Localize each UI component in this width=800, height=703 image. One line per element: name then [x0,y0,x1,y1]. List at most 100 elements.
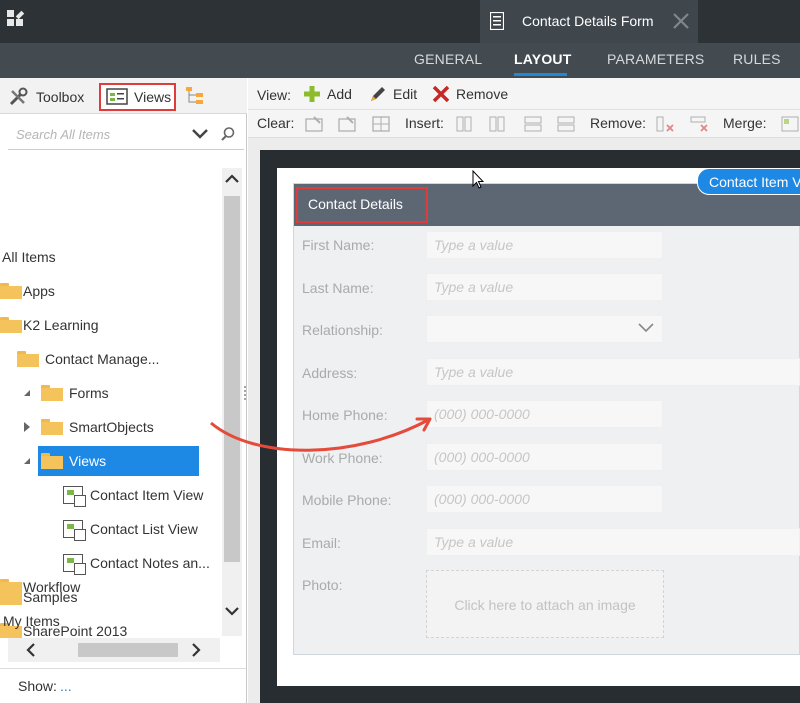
address-label: Address: [302,365,358,381]
relationship-label: Relationship: [302,322,383,338]
edit-button[interactable]: Edit [368,84,417,104]
toolbox-label: Toolbox [36,89,85,105]
designer-tabs: GENERAL LAYOUT PARAMETERS RULES [0,43,800,78]
tree-structure-icon[interactable] [184,86,206,108]
folder-icon [0,317,22,333]
search-icon[interactable] [220,126,236,142]
views-label: Views [134,89,172,105]
merge-label: Merge: [723,115,767,131]
image-attachment-area[interactable]: Click here to attach an image [426,570,664,638]
section-title: Contact Details [296,187,428,223]
work-phone-input[interactable]: (000) 000-0000 [426,443,663,471]
insert-column-right-icon[interactable] [489,115,509,133]
scroll-down-icon[interactable] [225,606,239,616]
last-name-input[interactable]: Type a value [426,273,663,301]
category-tree: All Items Apps K2 Learning Contact Manag… [0,154,222,638]
expanded-arrow-icon[interactable] [22,456,32,466]
scroll-left-icon[interactable] [26,643,36,657]
relationship-dropdown[interactable] [426,315,663,343]
panel-splitter-handle[interactable] [243,385,247,401]
tab-toolbox[interactable]: Toolbox [8,83,84,111]
remove-x-icon [432,85,450,103]
document-tab[interactable]: Contact Details Form [480,0,698,43]
tree-item-my-items[interactable]: My Items [3,606,60,636]
insert-label: Insert: [405,115,444,131]
email-label: Email: [302,535,341,551]
clear-cell-icon[interactable] [305,115,325,133]
tree-item-apps[interactable]: Apps [0,276,55,306]
folder-icon [41,419,63,435]
views-icon [106,88,128,105]
close-icon[interactable] [672,12,690,30]
view-toolbar-label: View: [257,87,291,103]
search-bar [8,118,244,150]
layout-toolbar: Clear: Insert: Remove: Merge: [248,110,800,138]
wrench-icon [9,87,28,106]
remove-button[interactable]: Remove [431,84,508,104]
tree-item-forms[interactable]: Forms [22,378,109,408]
tree-item-workflow[interactable]: Workflow [0,572,80,602]
panel-tabs: Toolbox Views [0,78,247,114]
email-input[interactable]: Type a value [426,528,800,556]
left-panel: Toolbox Views Search All Items All Items… [0,78,247,703]
scroll-right-icon[interactable] [191,643,201,657]
view-name-badge[interactable]: Contact Item View [697,168,800,195]
tree-item-contact-notes-view[interactable]: Contact Notes an... [63,548,210,578]
first-name-input[interactable]: Type a value [426,231,663,259]
scroll-up-icon[interactable] [225,174,239,184]
plus-icon [304,86,320,102]
selected-highlight: Views [38,446,199,476]
first-name-label: First Name: [302,237,375,253]
scrollbar-thumb[interactable] [78,643,178,657]
home-phone-label: Home Phone: [302,407,388,423]
insert-column-left-icon[interactable] [456,115,476,133]
address-input[interactable]: Type a value [426,358,800,386]
tab-views[interactable]: Views [99,83,176,111]
folder-icon [17,351,39,367]
photo-label: Photo: [302,577,343,593]
remove-column-icon[interactable] [655,115,675,133]
pencil-icon [371,87,385,101]
tab-general[interactable]: GENERAL [414,51,482,67]
merge-cells-icon[interactable] [780,115,800,133]
search-input[interactable] [16,123,176,145]
tab-parameters[interactable]: PARAMETERS [607,51,704,67]
remove-row-icon[interactable] [689,115,709,133]
tree-item-smartobjects[interactable]: SmartObjects [22,412,154,442]
collapsed-arrow-icon[interactable] [22,422,32,432]
last-name-label: Last Name: [302,280,374,296]
scrollbar-thumb[interactable] [224,196,240,562]
app-menu-icon[interactable] [7,10,27,30]
clear-table-icon[interactable] [372,115,392,133]
show-label: Show: [18,678,57,694]
expanded-arrow-icon[interactable] [22,388,32,398]
insert-row-below-icon[interactable] [556,115,576,133]
mobile-phone-input[interactable]: (000) 000-0000 [426,485,663,513]
tree-vertical-scrollbar[interactable] [222,168,242,636]
tab-rules[interactable]: RULES [733,51,781,67]
tree-item-k2-learning[interactable]: K2 Learning [0,310,99,340]
add-button[interactable]: Add [302,84,352,104]
active-tab-indicator [514,73,567,76]
remove-label: Remove: [590,115,647,131]
tree-item-views[interactable]: Views [22,446,199,476]
folder-icon [0,283,22,299]
folder-icon [41,385,63,401]
tab-layout[interactable]: LAYOUT [514,51,571,67]
clear-row-icon[interactable] [338,115,358,133]
insert-row-above-icon[interactable] [523,115,543,133]
tree-item-contact-item-view[interactable]: Contact Item View [63,480,203,510]
tree-item-contact-management[interactable]: Contact Manage... [0,344,159,374]
show-options-link[interactable]: ... [60,678,72,694]
tree-item-contact-list-view[interactable]: Contact List View [63,514,198,544]
form-document-icon [490,12,504,30]
home-phone-input[interactable]: (000) 000-0000 [426,400,663,428]
tree-item-all-items[interactable]: All Items [2,242,56,272]
tree-horizontal-scrollbar[interactable] [8,638,220,662]
show-bar: Show: ... [0,668,246,703]
chevron-down-icon[interactable] [192,128,208,140]
top-bar: Contact Details Form [0,0,800,43]
chevron-down-icon[interactable] [638,322,654,334]
folder-icon [41,453,63,469]
view-icon [63,486,86,507]
